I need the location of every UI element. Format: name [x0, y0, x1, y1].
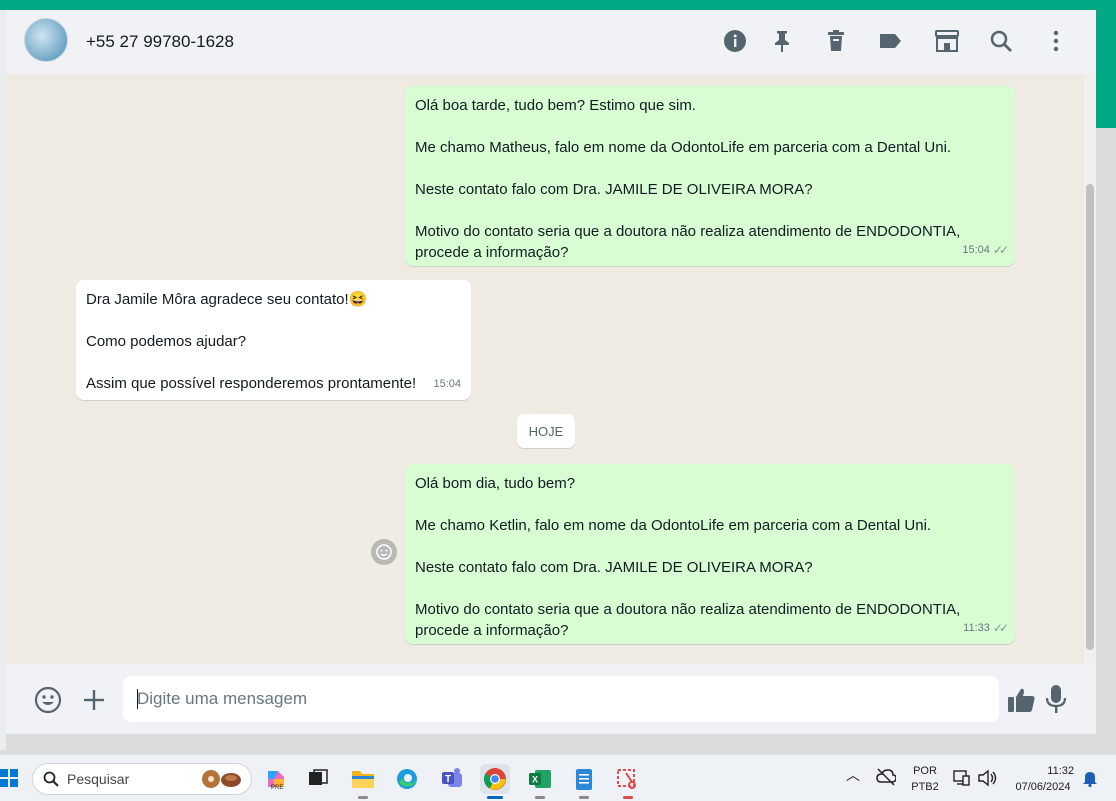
info-icon[interactable]: [722, 28, 748, 54]
clock-time: 11:32: [1047, 765, 1074, 777]
reaction-emoji-icon[interactable]: [371, 539, 397, 565]
thumbs-up-icon[interactable]: [1006, 686, 1036, 714]
date-divider: HOJE: [517, 414, 575, 448]
notepad-app-icon[interactable]: [569, 764, 599, 799]
app-top-band: [0, 0, 1116, 10]
taskbar-search[interactable]: Pesquisar: [32, 763, 252, 795]
label-icon[interactable]: [877, 28, 903, 54]
message-time: 11:33: [963, 622, 990, 634]
app-right-band: [1096, 10, 1116, 128]
active-indicator: [487, 796, 503, 799]
message-meta: 11:33 ✓✓: [963, 618, 1009, 639]
keyboard-layout: PTB2: [911, 781, 939, 793]
search-icon[interactable]: [988, 28, 1014, 54]
pin-icon[interactable]: [769, 28, 795, 54]
catalog-icon[interactable]: [931, 28, 963, 54]
message-bubble-incoming[interactable]: Dra Jamile Môra agradece seu contato!😆 C…: [76, 280, 471, 400]
notification-bell-icon[interactable]: [1082, 769, 1098, 792]
chat-scrollbar[interactable]: [1084, 74, 1096, 664]
snipping-tool-icon[interactable]: [613, 764, 643, 799]
copilot-app-icon[interactable]: PRE: [261, 764, 291, 794]
message-text: Dra Jamile Môra agradece seu contato!😆 C…: [86, 291, 417, 392]
clock-date: 07/06/2024: [1015, 781, 1071, 793]
running-indicator: [579, 796, 589, 799]
running-indicator: [358, 796, 368, 799]
contact-avatar[interactable]: [24, 18, 68, 62]
text-caret: [137, 689, 138, 709]
message-list[interactable]: Olá boa tarde, tudo bem? Estimo que sim.…: [6, 74, 1096, 664]
language-code: POR: [913, 765, 937, 777]
task-view-icon[interactable]: [303, 764, 333, 794]
volume-icon[interactable]: [977, 769, 997, 792]
cloud-offline-icon[interactable]: [876, 768, 897, 791]
message-meta: 15:04: [433, 374, 461, 395]
running-indicator: [535, 796, 545, 799]
menu-icon[interactable]: [1043, 28, 1069, 54]
network-icon[interactable]: [953, 769, 971, 792]
windows-start-icon[interactable]: [0, 769, 18, 787]
message-text: Olá bom dia, tudo bem? Me chamo Ketlin, …: [415, 475, 961, 639]
tray-overflow-chevron-icon[interactable]: ︿: [846, 767, 860, 783]
microphone-icon[interactable]: [1044, 684, 1068, 714]
attach-plus-icon[interactable]: [80, 686, 108, 714]
search-highlight-icon: [202, 770, 241, 788]
read-receipt-icon: ✓✓: [992, 621, 1009, 635]
chat-header: +55 27 99780-1628: [6, 10, 1096, 74]
composer-bar: [6, 664, 1096, 734]
message-meta: 15:04 ✓✓: [962, 240, 1009, 261]
search-icon: [43, 771, 59, 787]
message-text: Olá boa tarde, tudo bem? Estimo que sim.…: [415, 97, 961, 261]
emoji-icon[interactable]: [34, 686, 62, 714]
message-input[interactable]: [123, 676, 999, 722]
delete-icon[interactable]: [823, 28, 849, 54]
running-indicator: [623, 796, 633, 799]
file-explorer-icon[interactable]: [348, 764, 378, 799]
windows-taskbar: Pesquisar PRE T X ︿ POR PTB2 11:32 07/06…: [0, 754, 1116, 801]
message-time: 15:04: [433, 378, 461, 390]
svg-text:PRE: PRE: [271, 785, 283, 791]
message-time: 15:04: [962, 244, 990, 256]
teams-app-icon[interactable]: T: [437, 764, 467, 794]
contact-name[interactable]: +55 27 99780-1628: [86, 32, 234, 52]
clock[interactable]: 11:32 07/06/2024: [1008, 763, 1078, 795]
svg-text:X: X: [532, 775, 538, 785]
taskbar-search-label: Pesquisar: [67, 771, 130, 787]
chat-window: +55 27 99780-1628 Olá boa tarde, tudo be…: [6, 10, 1096, 734]
edge-browser-icon[interactable]: [392, 764, 422, 794]
svg-text:T: T: [445, 774, 451, 785]
message-bubble-outgoing[interactable]: Olá boa tarde, tudo bem? Estimo que sim.…: [405, 86, 1015, 266]
chrome-browser-icon[interactable]: [480, 764, 510, 799]
read-receipt-icon: ✓✓: [992, 243, 1009, 257]
input-language-indicator[interactable]: POR PTB2: [908, 763, 942, 795]
excel-app-icon[interactable]: X: [525, 764, 555, 799]
message-bubble-outgoing[interactable]: Olá bom dia, tudo bem? Me chamo Ketlin, …: [405, 464, 1015, 644]
scrollbar-thumb[interactable]: [1086, 184, 1094, 650]
